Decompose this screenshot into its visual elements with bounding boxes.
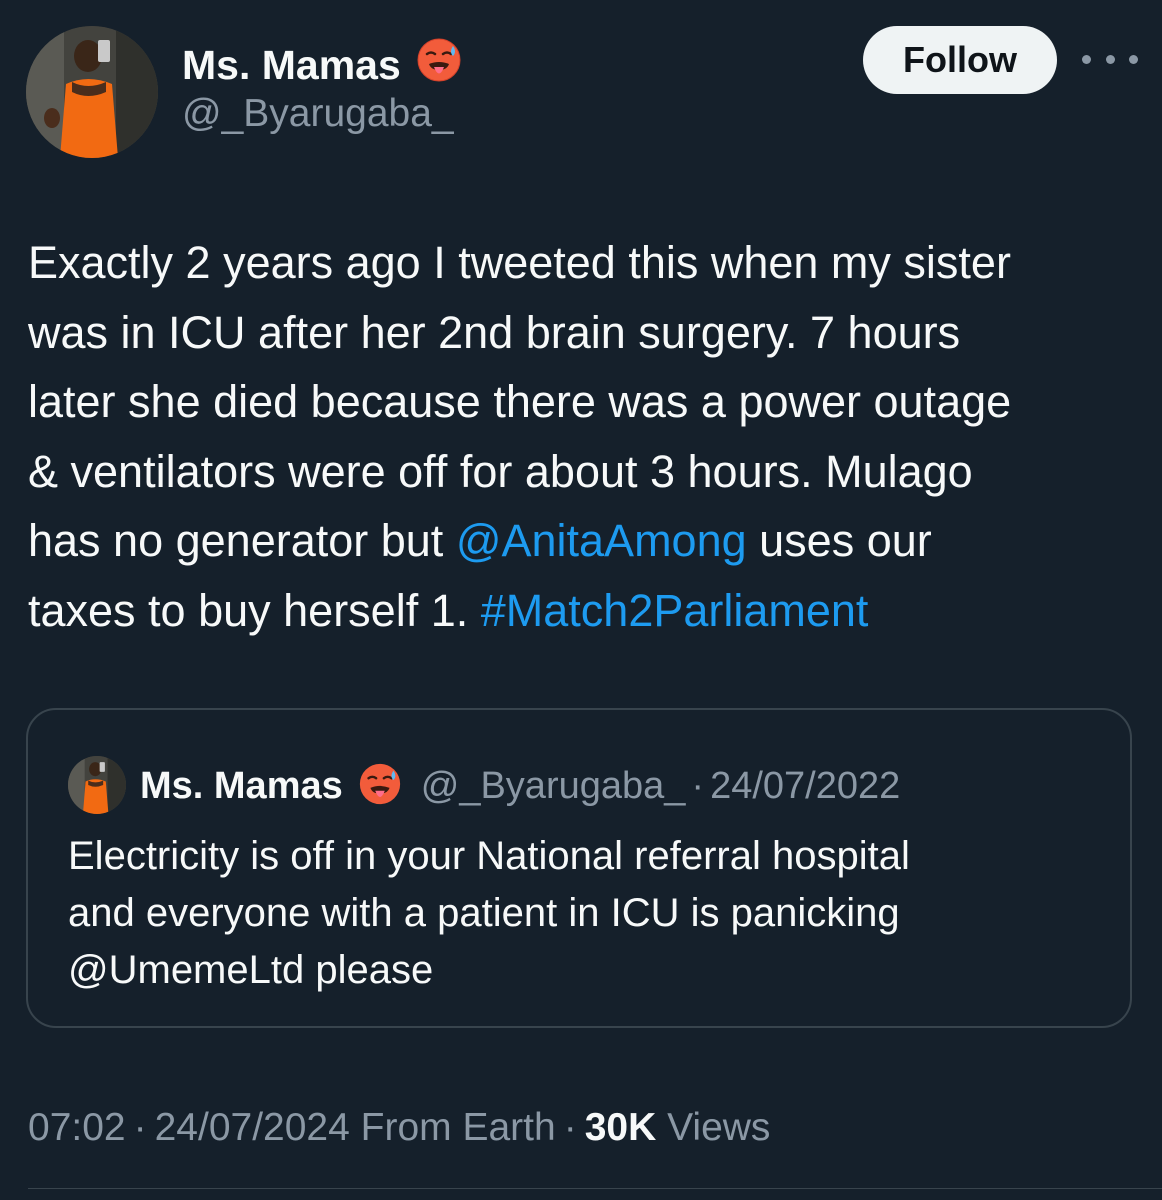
tweet-text-segment: later she died because there was a power… xyxy=(28,376,1012,427)
tweet-text-segment: uses our xyxy=(746,515,932,566)
hashtag-link[interactable]: #Match2Parliament xyxy=(481,585,869,636)
tweet-text-line: was in ICU after her 2nd brain surgery. … xyxy=(28,298,1138,368)
quoted-author-name: Ms. Mamas xyxy=(140,764,343,807)
meta-separator: · xyxy=(563,1106,577,1149)
author-name-text: Ms. Mamas xyxy=(182,42,401,88)
quoted-avatar-photo xyxy=(68,756,126,814)
mention-link[interactable]: @AnitaAmong xyxy=(456,515,747,566)
quoted-tweet-text: Electricity is off in your National refe… xyxy=(68,828,910,999)
tweet-text-segment: taxes to buy herself 1. xyxy=(28,584,481,636)
tweet-text-segment: was in ICU after her 2nd brain surgery. … xyxy=(28,306,961,358)
quoted-text-line: @UmemeLtd please xyxy=(68,948,434,992)
tweet-text-segment: & ventilators were off for about 3 hours… xyxy=(28,445,973,497)
tweet-text-line: taxes to buy herself 1. #Match2Parliamen… xyxy=(28,576,1138,646)
author-handle[interactable]: @_Byarugaba_ xyxy=(182,90,454,138)
meta-separator: · xyxy=(133,1106,147,1149)
hot-face-emoji-icon xyxy=(357,761,403,812)
tweet-metadata: 07:02 · 24/07/2024 From Earth · 30K Views xyxy=(28,1100,770,1156)
tweet-text-line: has no generator but @AnitaAmong uses ou… xyxy=(28,506,1138,576)
quoted-text-line: Electricity is off in your National refe… xyxy=(68,834,910,878)
more-dot xyxy=(1082,54,1091,64)
tweet-text-line: later she died because there was a power… xyxy=(28,367,1138,437)
quoted-separator: · xyxy=(691,764,705,807)
quoted-text-line: and everyone with a patient in ICU is pa… xyxy=(68,891,900,935)
views-label: Views xyxy=(667,1106,771,1149)
views-count[interactable]: 30K xyxy=(585,1106,657,1149)
follow-button[interactable]: Follow xyxy=(863,26,1057,94)
tweet-text-segment: has no generator but xyxy=(28,515,456,566)
tweet-time[interactable]: 07:02 xyxy=(28,1106,126,1149)
author-display-name[interactable]: Ms. Mamas xyxy=(182,36,463,94)
tweet-source: From Earth xyxy=(360,1106,556,1149)
more-dot xyxy=(1105,54,1115,64)
divider xyxy=(28,1188,1162,1189)
tweet-text: Exactly 2 years ago I tweeted this when … xyxy=(28,228,1138,645)
author-avatar[interactable] xyxy=(26,26,158,158)
hot-face-emoji-icon xyxy=(415,36,463,94)
tweet-text-line: & ventilators were off for about 3 hours… xyxy=(28,437,1138,507)
quoted-tweet-card[interactable]: Ms. Mamas @_Byarugaba_ · 24/07/2022 Elec… xyxy=(26,708,1132,1028)
quoted-author-handle: @_Byarugaba_ xyxy=(420,764,686,807)
more-dot xyxy=(1129,54,1138,64)
tweet-text-line: Exactly 2 years ago I tweeted this when … xyxy=(28,228,1138,298)
tweet-text-segment: Exactly 2 years ago I tweeted this when … xyxy=(28,237,1011,288)
avatar-photo xyxy=(26,26,158,158)
quoted-author-avatar xyxy=(68,756,126,814)
more-options-icon[interactable] xyxy=(1082,44,1138,74)
quoted-tweet-header: Ms. Mamas @_Byarugaba_ · 24/07/2022 xyxy=(140,756,900,816)
tweet-date[interactable]: 24/07/2024 xyxy=(155,1106,350,1149)
quoted-date: 24/07/2022 xyxy=(710,764,901,807)
